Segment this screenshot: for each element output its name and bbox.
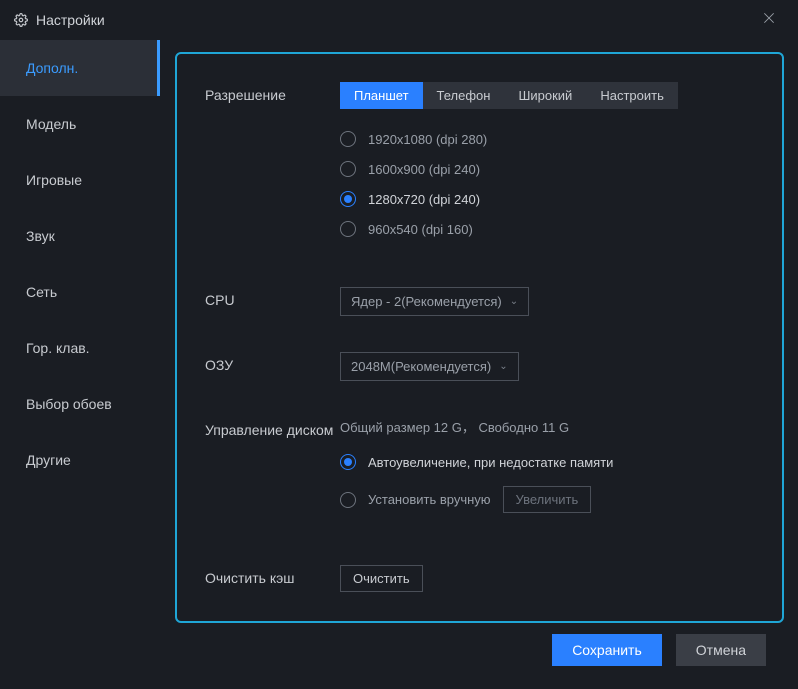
footer: Сохранить Отмена [175, 623, 784, 677]
sidebar-item-label: Звук [26, 228, 55, 244]
radio-1920x1080[interactable] [340, 131, 356, 147]
ram-label: ОЗУ [205, 352, 340, 381]
radio-label: Установить вручную [368, 492, 491, 507]
settings-panel: Разрешение Планшет Телефон Широкий Настр… [175, 52, 784, 623]
disk-label: Управление диском [205, 417, 340, 529]
window-title: Настройки [36, 12, 105, 28]
radio-manual[interactable] [340, 492, 356, 508]
tab-tablet[interactable]: Планшет [340, 82, 423, 109]
tab-custom[interactable]: Настроить [586, 82, 678, 109]
radio-1280x720[interactable] [340, 191, 356, 207]
radio-label: 960x540 (dpi 160) [368, 222, 473, 237]
radio-label: 1920x1080 (dpi 280) [368, 132, 487, 147]
sidebar-item-label: Дополн. [26, 60, 78, 76]
ram-select-value: 2048M(Рекомендуется) [351, 359, 491, 374]
sidebar-item-label: Игровые [26, 172, 82, 188]
sidebar-item-label: Модель [26, 116, 76, 132]
sidebar-item-label: Выбор обоев [26, 396, 112, 412]
sidebar-item-label: Сеть [26, 284, 57, 300]
sidebar-item-network[interactable]: Сеть [0, 264, 160, 320]
sidebar-item-sound[interactable]: Звук [0, 208, 160, 264]
radio-label: Автоувеличение, при недостатке памяти [368, 455, 613, 470]
radio-label: 1600x900 (dpi 240) [368, 162, 480, 177]
sidebar-item-wallpaper[interactable]: Выбор обоев [0, 376, 160, 432]
sidebar-item-label: Другие [26, 452, 71, 468]
clear-cache-button[interactable]: Очистить [340, 565, 423, 592]
resolution-label: Разрешение [205, 82, 340, 251]
cache-label: Очистить кэш [205, 565, 340, 592]
close-icon[interactable] [754, 7, 784, 34]
radio-960x540[interactable] [340, 221, 356, 237]
resolution-tabs: Планшет Телефон Широкий Настроить [340, 82, 754, 109]
disk-info: Общий размер 12 G， Свободно 11 G [340, 417, 754, 436]
chevron-down-icon: ⌄ [499, 361, 507, 372]
cancel-button[interactable]: Отмена [676, 634, 766, 666]
cpu-select-value: Ядер - 2(Рекомендуется) [351, 294, 502, 309]
gear-icon [14, 13, 28, 27]
enlarge-button[interactable]: Увеличить [503, 486, 592, 513]
tab-phone[interactable]: Телефон [423, 82, 505, 109]
radio-1600x900[interactable] [340, 161, 356, 177]
sidebar-item-model[interactable]: Модель [0, 96, 160, 152]
cpu-label: CPU [205, 287, 340, 316]
tab-wide[interactable]: Широкий [504, 82, 586, 109]
cpu-select[interactable]: Ядер - 2(Рекомендуется) ⌄ [340, 287, 529, 316]
radio-label: 1280x720 (dpi 240) [368, 192, 480, 207]
sidebar-item-advanced[interactable]: Дополн. [0, 40, 160, 96]
sidebar: Дополн. Модель Игровые Звук Сеть Гор. кл… [0, 40, 162, 689]
ram-select[interactable]: 2048M(Рекомендуется) ⌄ [340, 352, 519, 381]
chevron-down-icon: ⌄ [510, 296, 518, 307]
sidebar-item-hotkeys[interactable]: Гор. клав. [0, 320, 160, 376]
titlebar: Настройки [0, 0, 798, 40]
save-button[interactable]: Сохранить [552, 634, 662, 666]
sidebar-item-game[interactable]: Игровые [0, 152, 160, 208]
sidebar-item-label: Гор. клав. [26, 340, 90, 356]
radio-auto-enlarge[interactable] [340, 454, 356, 470]
sidebar-item-other[interactable]: Другие [0, 432, 160, 488]
